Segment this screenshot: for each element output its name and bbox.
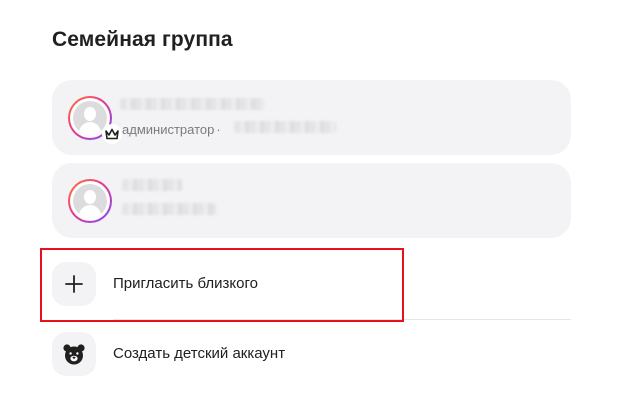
family-member-card[interactable] <box>52 163 571 238</box>
create-child-account-label: Создать детский аккаунт <box>113 345 286 362</box>
page-title: Семейная группа <box>52 28 233 51</box>
member-login-redacted <box>122 203 216 215</box>
bear-face-icon <box>52 332 96 376</box>
member-role-label: администратор <box>122 122 215 137</box>
create-child-account-button[interactable]: Создать детский аккаунт <box>52 332 571 378</box>
member-login-redacted <box>234 121 336 133</box>
highlight-frame <box>40 248 404 322</box>
member-role: администратор · <box>122 122 223 137</box>
crown-icon <box>102 124 122 144</box>
role-separator: · <box>216 122 221 137</box>
family-member-card[interactable]: администратор · <box>52 80 571 155</box>
member-name-redacted <box>120 98 265 110</box>
member-name-redacted <box>122 179 182 191</box>
user-silhouette-icon <box>73 184 107 218</box>
avatar <box>68 179 112 223</box>
